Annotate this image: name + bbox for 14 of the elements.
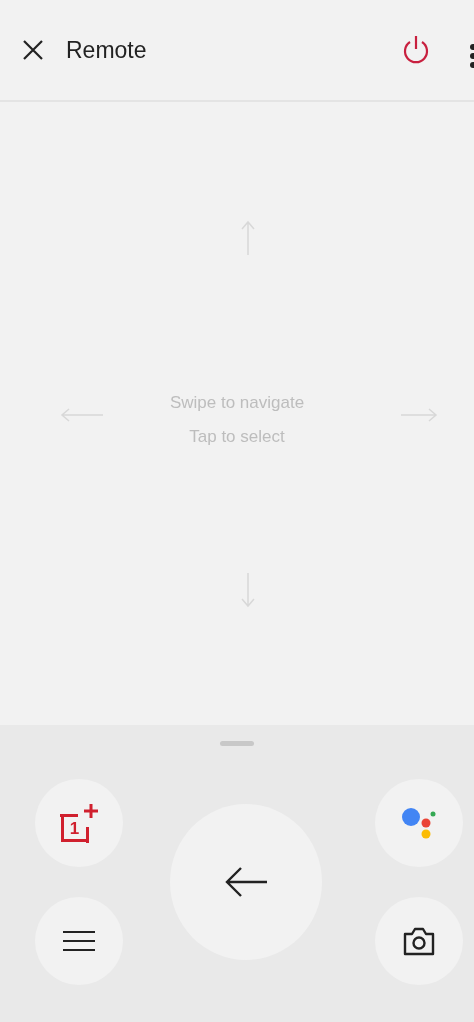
camera-icon: [402, 926, 436, 956]
four-dots-icon: [401, 807, 437, 839]
down-arrow-icon: [241, 572, 255, 608]
menu-icon: [63, 930, 95, 952]
brand-button[interactable]: 1: [35, 779, 123, 867]
screen-title: Remote: [66, 36, 147, 64]
back-arrow-icon: [224, 866, 268, 898]
power-icon[interactable]: [402, 35, 430, 65]
brand-logo: 1: [60, 804, 98, 842]
drag-handle[interactable]: [220, 741, 254, 746]
close-icon[interactable]: [22, 39, 44, 61]
up-arrow-icon: [241, 220, 255, 256]
left-arrow-icon: [60, 408, 104, 422]
right-arrow-icon: [400, 408, 438, 422]
